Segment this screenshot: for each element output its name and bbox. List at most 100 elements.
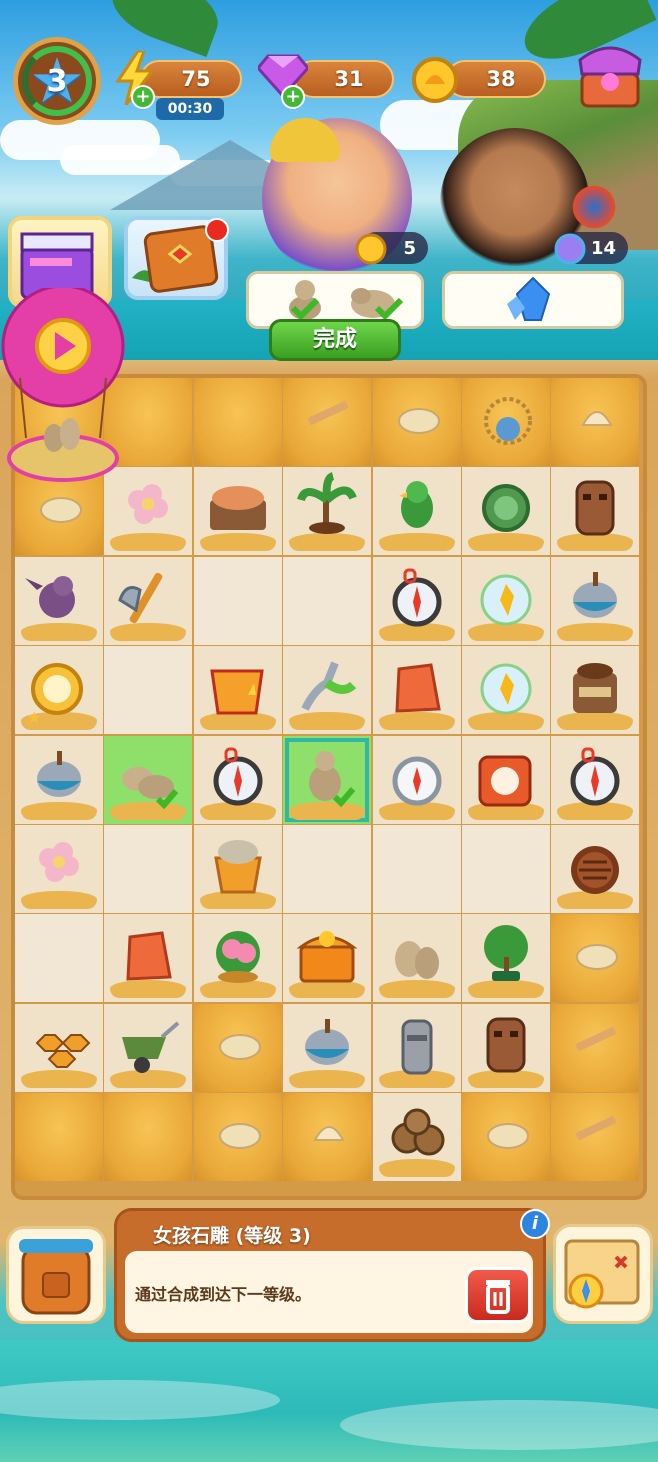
gem-bubble-icon: [464, 649, 548, 731]
board-cell-parrot[interactable]: [372, 467, 461, 556]
board-cell-sand-plank[interactable]: [551, 1003, 640, 1092]
board-cell-spinning-top[interactable]: [15, 735, 103, 824]
sand-shell-icon: [285, 1096, 369, 1178]
spinning-top-icon: [17, 739, 101, 821]
board-cell-palm-sapling[interactable]: [283, 467, 372, 556]
bag-orange-icon: [196, 649, 280, 731]
board-cell-compass-green[interactable]: [462, 467, 550, 556]
hot-air-balloon-button[interactable]: [0, 284, 126, 488]
board-cell-sand-shell[interactable]: [551, 378, 640, 466]
board-cell-sand-rock[interactable]: [372, 378, 461, 466]
board-cell-wheelbarrow[interactable]: [104, 1003, 193, 1092]
board-cell-honey-jar[interactable]: [551, 646, 640, 735]
board-cell-sand-rock[interactable]: [551, 914, 640, 1003]
merge-board: ★: [11, 374, 647, 1200]
board-cell-bonsai[interactable]: [462, 914, 550, 1003]
board-cell-treasure-chest[interactable]: [283, 914, 372, 1003]
gem-value: 31: [334, 67, 364, 91]
board-cell-sand-shell[interactable]: [283, 1093, 372, 1182]
board-cell-red-stone[interactable]: [104, 914, 193, 1003]
board-cell-compass-silver[interactable]: [372, 735, 461, 824]
totem-icon: [553, 470, 637, 552]
parrot-icon: [572, 180, 616, 234]
gem-bubble-icon: [464, 560, 548, 642]
delete-item-button[interactable]: [465, 1267, 531, 1323]
sand-necklace-icon: [464, 381, 548, 463]
compass-icon: [375, 560, 459, 642]
board-cell-bag-orange[interactable]: [193, 646, 282, 735]
board-cell-gem-bubble[interactable]: [462, 646, 550, 735]
board-cell-bird[interactable]: [15, 556, 103, 645]
board-cell-sand[interactable]: [193, 378, 282, 466]
board-cell-sand[interactable]: [104, 1093, 193, 1182]
board-cell-moai[interactable]: [372, 1003, 461, 1092]
board-cell-statue-pair[interactable]: [372, 914, 461, 1003]
board-cell-honeycomb[interactable]: [15, 1003, 103, 1092]
notification-dot: [205, 218, 229, 242]
treasure-map-button[interactable]: [553, 1224, 653, 1324]
board-cell-pruner[interactable]: [283, 646, 372, 735]
sand-rock-icon: [196, 1007, 280, 1089]
statue-girl-ok-icon: [285, 739, 369, 821]
board-cell-flower[interactable]: [15, 825, 103, 913]
board-cell-logs[interactable]: [372, 1093, 461, 1182]
palm-sapling-icon: [285, 470, 369, 552]
board-cell-sand-rock[interactable]: [193, 1093, 282, 1182]
board-cell-compass[interactable]: [193, 735, 282, 824]
board-cell-sand[interactable]: [15, 1093, 103, 1182]
stone-basket-icon: [196, 828, 280, 910]
board-cell-compass-orange[interactable]: [462, 735, 550, 824]
board-cell-spinning-top[interactable]: [283, 1003, 372, 1092]
coin-icon: [410, 55, 460, 105]
board-cell-axe[interactable]: [104, 556, 193, 645]
board-cell-statue-pair-ok[interactable]: [104, 735, 193, 824]
item-info-panel: 女孩石雕 (等级 3) 通过合成到达下一等级。: [114, 1208, 546, 1342]
board-cell-empty: [372, 825, 461, 913]
inventory-bag-button[interactable]: [6, 1226, 106, 1324]
player-level-badge[interactable]: ★ 3: [13, 37, 101, 125]
board-cell-chopped-wood[interactable]: [551, 825, 640, 913]
board-cell-flower-pot[interactable]: [193, 914, 282, 1003]
add-energy-button[interactable]: +: [131, 85, 155, 109]
coin-counter[interactable]: 38: [446, 60, 546, 98]
sand-plank-icon: [553, 1007, 637, 1089]
board-cell-totem[interactable]: [551, 467, 640, 556]
item-info-title: 女孩石雕 (等级 3): [153, 1225, 311, 1247]
board-cell-gem-bubble[interactable]: [462, 556, 550, 645]
board-cell-stone-basket[interactable]: [193, 825, 282, 913]
board-cell-sand-rock[interactable]: [193, 1003, 282, 1092]
board-cell-flower[interactable]: [104, 467, 193, 556]
board-cell-statue-girl-ok[interactable]: [283, 735, 372, 824]
item-info-body: 通过合成到达下一等级。: [125, 1251, 533, 1333]
board-cell-totem[interactable]: [462, 1003, 550, 1092]
board-cell-sand-rock[interactable]: [15, 467, 103, 556]
board-cell-sand-necklace[interactable]: [462, 378, 550, 466]
shop-button[interactable]: [578, 42, 642, 110]
board-cell-fish-basket[interactable]: [193, 467, 282, 556]
blue-crystal-icon: [507, 276, 551, 321]
board-cell-spinning-top[interactable]: [551, 556, 640, 645]
board-cell-red-stone[interactable]: [372, 646, 461, 735]
board-cell-empty: [283, 825, 372, 913]
board-cell-compass[interactable]: [372, 556, 461, 645]
board-cell-empty: [462, 825, 550, 913]
board-cell-compass[interactable]: [551, 735, 640, 824]
coin-value: 38: [486, 67, 516, 91]
item-info-description: 通过合成到达下一等级。: [135, 1285, 312, 1304]
compass-green-icon: [464, 470, 548, 552]
red-stone-icon: [106, 917, 190, 999]
honeycomb-icon: [17, 1007, 101, 1089]
board-cell-sand-plank[interactable]: [283, 378, 372, 466]
complete-order-button[interactable]: 完成: [269, 319, 401, 361]
info-icon[interactable]: i: [520, 1209, 550, 1239]
board-cell-sand-plank[interactable]: [551, 1093, 640, 1182]
compass-icon: [196, 739, 280, 821]
wheelbarrow-icon: [106, 1007, 190, 1089]
parrot-icon: [375, 470, 459, 552]
board-cell-sand-rock[interactable]: [462, 1093, 550, 1182]
flower-icon: [106, 470, 190, 552]
flower-pot-icon: [196, 917, 280, 999]
add-gems-button[interactable]: +: [281, 85, 305, 109]
board-cell-gold-compass[interactable]: ★: [15, 646, 103, 735]
order-card-gem[interactable]: [442, 271, 624, 329]
